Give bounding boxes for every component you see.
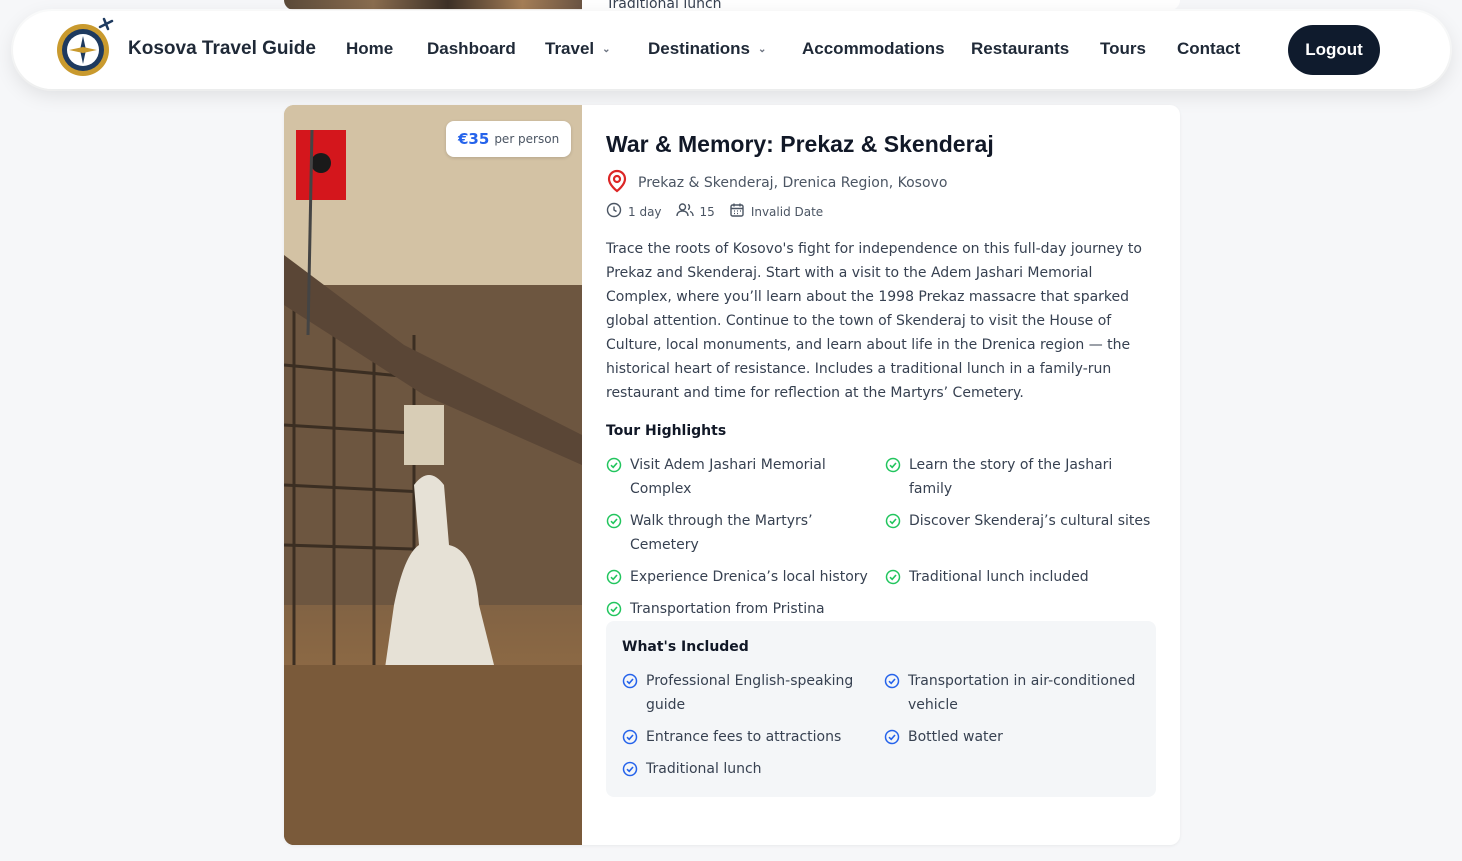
- tour-title[interactable]: War & Memory: Prekaz & Skenderaj: [606, 131, 994, 158]
- nav-dashboard[interactable]: Dashboard: [427, 39, 516, 59]
- highlights-heading: Tour Highlights: [606, 423, 727, 439]
- check-circle-icon: [606, 457, 622, 473]
- map-pin-icon: [606, 169, 628, 197]
- calendar-icon: [729, 202, 745, 221]
- price-amount: €35: [458, 130, 490, 148]
- included-heading: What's Included: [622, 639, 749, 655]
- chevron-down-icon: ⌄: [602, 43, 611, 55]
- navbar: Kosova Travel Guide Home Dashboard Trave…: [13, 11, 1450, 89]
- included-item: Traditional lunch: [622, 757, 884, 781]
- previous-tour-image: [284, 0, 582, 10]
- check-circle-icon: [884, 729, 900, 745]
- included-item: Bottled water: [884, 725, 1142, 749]
- previous-tour-included-item: Traditional lunch: [606, 0, 722, 10]
- brand-name[interactable]: Kosova Travel Guide: [128, 38, 316, 60]
- check-circle-icon: [622, 673, 638, 689]
- nav-restaurants[interactable]: Restaurants: [971, 39, 1069, 59]
- tour-card: €35 per person War & Memory: Prekaz & Sk…: [284, 105, 1180, 845]
- tour-description: Trace the roots of Kosovo's fight for in…: [606, 241, 1142, 401]
- price-badge: €35 per person: [446, 121, 572, 157]
- nav-travel-dropdown[interactable]: Travel ⌄: [545, 39, 611, 59]
- included-list: Professional English-speaking guide Tran…: [622, 669, 1142, 781]
- date-text: Invalid Date: [750, 204, 824, 219]
- highlight-item: Visit Adem Jashari Memorial Complex: [606, 453, 885, 501]
- included-item: Professional English-speaking guide: [622, 669, 884, 717]
- check-circle-icon: [622, 729, 638, 745]
- group-size-text: 15: [699, 204, 715, 219]
- whats-included-box: What's Included Professional English-spe…: [606, 621, 1156, 797]
- previous-tour-card: Traditional lunch: [284, 0, 1180, 10]
- chevron-down-icon: ⌄: [758, 43, 767, 55]
- check-circle-icon: [622, 761, 638, 777]
- users-icon: [675, 202, 694, 221]
- nav-home[interactable]: Home: [346, 39, 393, 59]
- nav-accommodations[interactable]: Accommodations: [802, 39, 945, 59]
- check-circle-icon: [884, 673, 900, 689]
- highlight-item: Experience Drenica’s local history: [606, 565, 885, 589]
- check-circle-icon: [606, 569, 622, 585]
- highlight-item: Transportation from Pristina: [606, 597, 885, 621]
- check-circle-icon: [606, 601, 622, 617]
- included-item: Entrance fees to attractions: [622, 725, 884, 749]
- highlight-item: Discover Skenderaj’s cultural sites: [885, 509, 1158, 557]
- nav-destinations-dropdown[interactable]: Destinations ⌄: [648, 39, 766, 59]
- tour-meta: 1 day 15 Invalid Date: [606, 202, 831, 221]
- nav-tours[interactable]: Tours: [1100, 39, 1146, 59]
- check-circle-icon: [885, 513, 901, 529]
- price-unit: per person: [494, 132, 560, 146]
- highlight-item: Walk through the Martyrs’ Cemetery: [606, 509, 885, 557]
- logout-button[interactable]: Logout: [1288, 25, 1380, 75]
- check-circle-icon: [606, 513, 622, 529]
- check-circle-icon: [885, 457, 901, 473]
- highlights-list: Visit Adem Jashari Memorial Complex Lear…: [606, 453, 1158, 621]
- highlight-item: Traditional lunch included: [885, 565, 1158, 589]
- clock-icon: [606, 202, 622, 221]
- tour-location: Prekaz & Skenderaj, Drenica Region, Koso…: [606, 169, 947, 197]
- duration-text: 1 day: [628, 204, 662, 219]
- nav-contact[interactable]: Contact: [1177, 39, 1240, 59]
- location-text: Prekaz & Skenderaj, Drenica Region, Koso…: [638, 175, 948, 191]
- compass-logo-icon[interactable]: [54, 17, 116, 79]
- tour-image[interactable]: €35 per person: [284, 105, 582, 845]
- check-circle-icon: [885, 569, 901, 585]
- highlight-item: Learn the story of the Jashari family: [885, 453, 1158, 501]
- included-item: Transportation in air-conditioned vehicl…: [884, 669, 1142, 717]
